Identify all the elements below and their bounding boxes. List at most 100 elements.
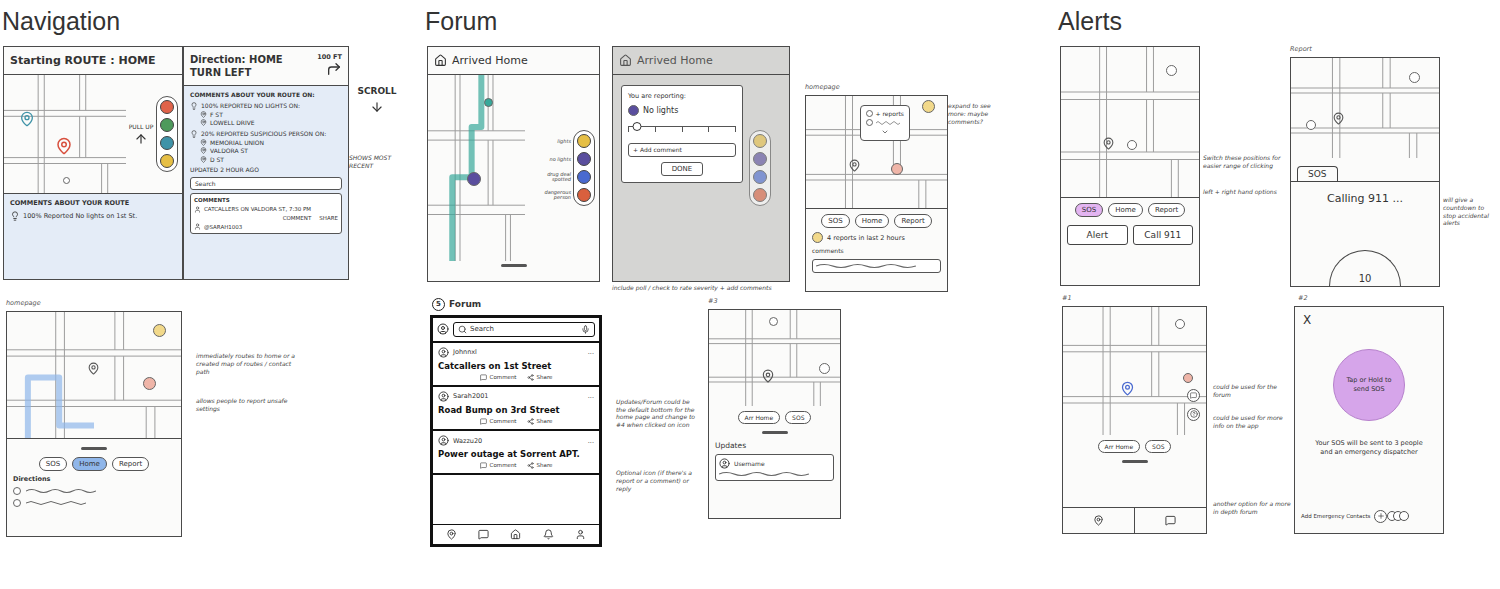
legend-dot[interactable] bbox=[577, 170, 591, 184]
info-button[interactable] bbox=[1187, 408, 1200, 421]
map-icon[interactable] bbox=[446, 529, 457, 540]
legend[interactable] bbox=[156, 96, 178, 172]
nav-button[interactable]: Home bbox=[855, 214, 890, 228]
pin-icon[interactable] bbox=[1102, 137, 1115, 150]
map[interactable] bbox=[1061, 47, 1199, 197]
legend-dot[interactable] bbox=[753, 152, 767, 166]
done-button[interactable]: DONE bbox=[661, 162, 704, 176]
nav-button[interactable]: SOS bbox=[821, 214, 849, 228]
post-menu[interactable]: ... bbox=[588, 348, 594, 356]
comment-button[interactable]: Comment bbox=[480, 418, 517, 425]
map[interactable]: + reports bbox=[806, 96, 947, 208]
share-button[interactable]: Share bbox=[527, 418, 553, 425]
map[interactable] bbox=[1291, 58, 1439, 158]
comment-field[interactable]: + Add comment bbox=[628, 143, 736, 156]
legend-dot[interactable] bbox=[160, 100, 174, 114]
forum-post[interactable]: Johnnxl...Catcallers on 1st StreetCommen… bbox=[433, 343, 599, 387]
nav-button[interactable]: Arr Home bbox=[1098, 440, 1141, 453]
nav-button[interactable]: Report bbox=[112, 457, 149, 471]
profile-icon[interactable] bbox=[575, 529, 586, 540]
legend-dot[interactable] bbox=[160, 118, 174, 132]
legend-dot[interactable] bbox=[160, 154, 174, 168]
drag-handle[interactable] bbox=[1122, 460, 1148, 463]
nav-button[interactable]: SOS bbox=[785, 411, 811, 424]
pin-icon[interactable] bbox=[848, 159, 861, 172]
route-comments[interactable]: COMMENTS ABOUT YOUR ROUTE ON:100% REPORT… bbox=[184, 86, 348, 279]
post-menu[interactable]: ... bbox=[588, 392, 594, 400]
report-pin[interactable] bbox=[1166, 65, 1177, 76]
nav-button[interactable]: Home bbox=[72, 457, 107, 471]
street-item[interactable]: D ST bbox=[190, 156, 340, 164]
report-pin[interactable] bbox=[769, 317, 778, 326]
map[interactable] bbox=[7, 312, 181, 438]
add-contact-button[interactable] bbox=[1374, 510, 1387, 523]
share-button[interactable]: Share bbox=[527, 462, 553, 469]
expand-icon[interactable] bbox=[881, 128, 889, 136]
report-pin[interactable] bbox=[467, 172, 481, 186]
legend-dot[interactable] bbox=[160, 136, 174, 150]
legend[interactable] bbox=[573, 130, 595, 206]
report-pin[interactable] bbox=[819, 363, 830, 374]
legend-dot[interactable] bbox=[577, 188, 591, 202]
pin-icon[interactable] bbox=[87, 362, 100, 375]
report-pin[interactable] bbox=[1175, 319, 1185, 329]
legend-dot[interactable] bbox=[753, 134, 767, 148]
comments-box[interactable] bbox=[812, 259, 941, 273]
report-pin[interactable] bbox=[1127, 140, 1137, 150]
street-map[interactable] bbox=[1063, 307, 1206, 435]
avatar-icon[interactable] bbox=[437, 323, 449, 335]
share-button[interactable]: Share bbox=[527, 374, 553, 381]
comment-action[interactable]: SHARE bbox=[319, 215, 338, 222]
comment-button[interactable]: Comment bbox=[480, 374, 517, 381]
action-button[interactable]: Alert bbox=[1067, 225, 1128, 245]
drag-handle[interactable] bbox=[81, 447, 107, 450]
close-button[interactable]: X bbox=[1295, 307, 1311, 327]
pin-icon[interactable] bbox=[1120, 381, 1135, 396]
report-pin[interactable] bbox=[1306, 120, 1316, 130]
nav-button[interactable]: Arr Home bbox=[738, 411, 781, 424]
legend[interactable] bbox=[749, 130, 771, 206]
comment-action[interactable]: COMMENT bbox=[283, 215, 312, 222]
street-item[interactable]: VALDORA ST bbox=[190, 147, 340, 155]
post-menu[interactable]: ... bbox=[588, 437, 594, 445]
report-pin[interactable] bbox=[922, 100, 935, 113]
search-field[interactable]: Search bbox=[453, 322, 595, 337]
sos-tab[interactable]: SOS bbox=[1297, 166, 1338, 181]
chat-icon[interactable] bbox=[478, 529, 489, 540]
street-map[interactable] bbox=[4, 75, 126, 193]
map[interactable] bbox=[709, 310, 840, 406]
nav-button[interactable]: Report bbox=[894, 214, 931, 228]
forum-button[interactable] bbox=[1187, 389, 1200, 402]
tab[interactable] bbox=[1134, 508, 1206, 533]
action-button[interactable]: Call 911 bbox=[1133, 225, 1194, 245]
street-map[interactable] bbox=[428, 75, 525, 261]
comments-tab[interactable]: COMMENTS bbox=[194, 197, 338, 204]
home-icon[interactable] bbox=[510, 529, 521, 540]
street-item[interactable]: F ST bbox=[190, 111, 340, 119]
pin-icon[interactable] bbox=[1332, 112, 1345, 125]
nav-button[interactable]: SOS bbox=[1075, 203, 1103, 217]
slider-knob[interactable] bbox=[632, 122, 641, 131]
update-card[interactable]: Username bbox=[715, 454, 834, 481]
report-pin[interactable] bbox=[1183, 373, 1193, 383]
street-item[interactable]: LOWELL DRIVE bbox=[190, 119, 340, 127]
nav-button[interactable]: SOS bbox=[39, 457, 67, 471]
reports-popup[interactable]: + reports bbox=[860, 105, 910, 142]
bell-icon[interactable] bbox=[543, 529, 554, 540]
comments-sheet[interactable]: COMMENTS ABOUT YOUR ROUTE100% Reported N… bbox=[4, 193, 182, 279]
drag-handle[interactable] bbox=[501, 264, 527, 267]
legend-dot[interactable] bbox=[577, 134, 591, 148]
countdown[interactable]: 10 bbox=[1329, 250, 1401, 286]
legend-dot[interactable] bbox=[753, 170, 767, 184]
legend-dot[interactable] bbox=[753, 188, 767, 202]
map[interactable] bbox=[428, 75, 525, 261]
forum-post[interactable]: Sarah2001...Road Bump on 3rd StreetComme… bbox=[433, 387, 599, 431]
sos-button[interactable]: Tap or Hold to send SOS bbox=[1333, 349, 1405, 421]
map[interactable] bbox=[1063, 307, 1206, 435]
mic-icon[interactable] bbox=[581, 325, 590, 334]
report-pin[interactable] bbox=[143, 377, 156, 390]
pin-icon[interactable] bbox=[19, 111, 35, 127]
legend-dot[interactable] bbox=[577, 152, 591, 166]
severity-slider[interactable] bbox=[628, 126, 736, 138]
report-pin[interactable] bbox=[1409, 72, 1420, 83]
